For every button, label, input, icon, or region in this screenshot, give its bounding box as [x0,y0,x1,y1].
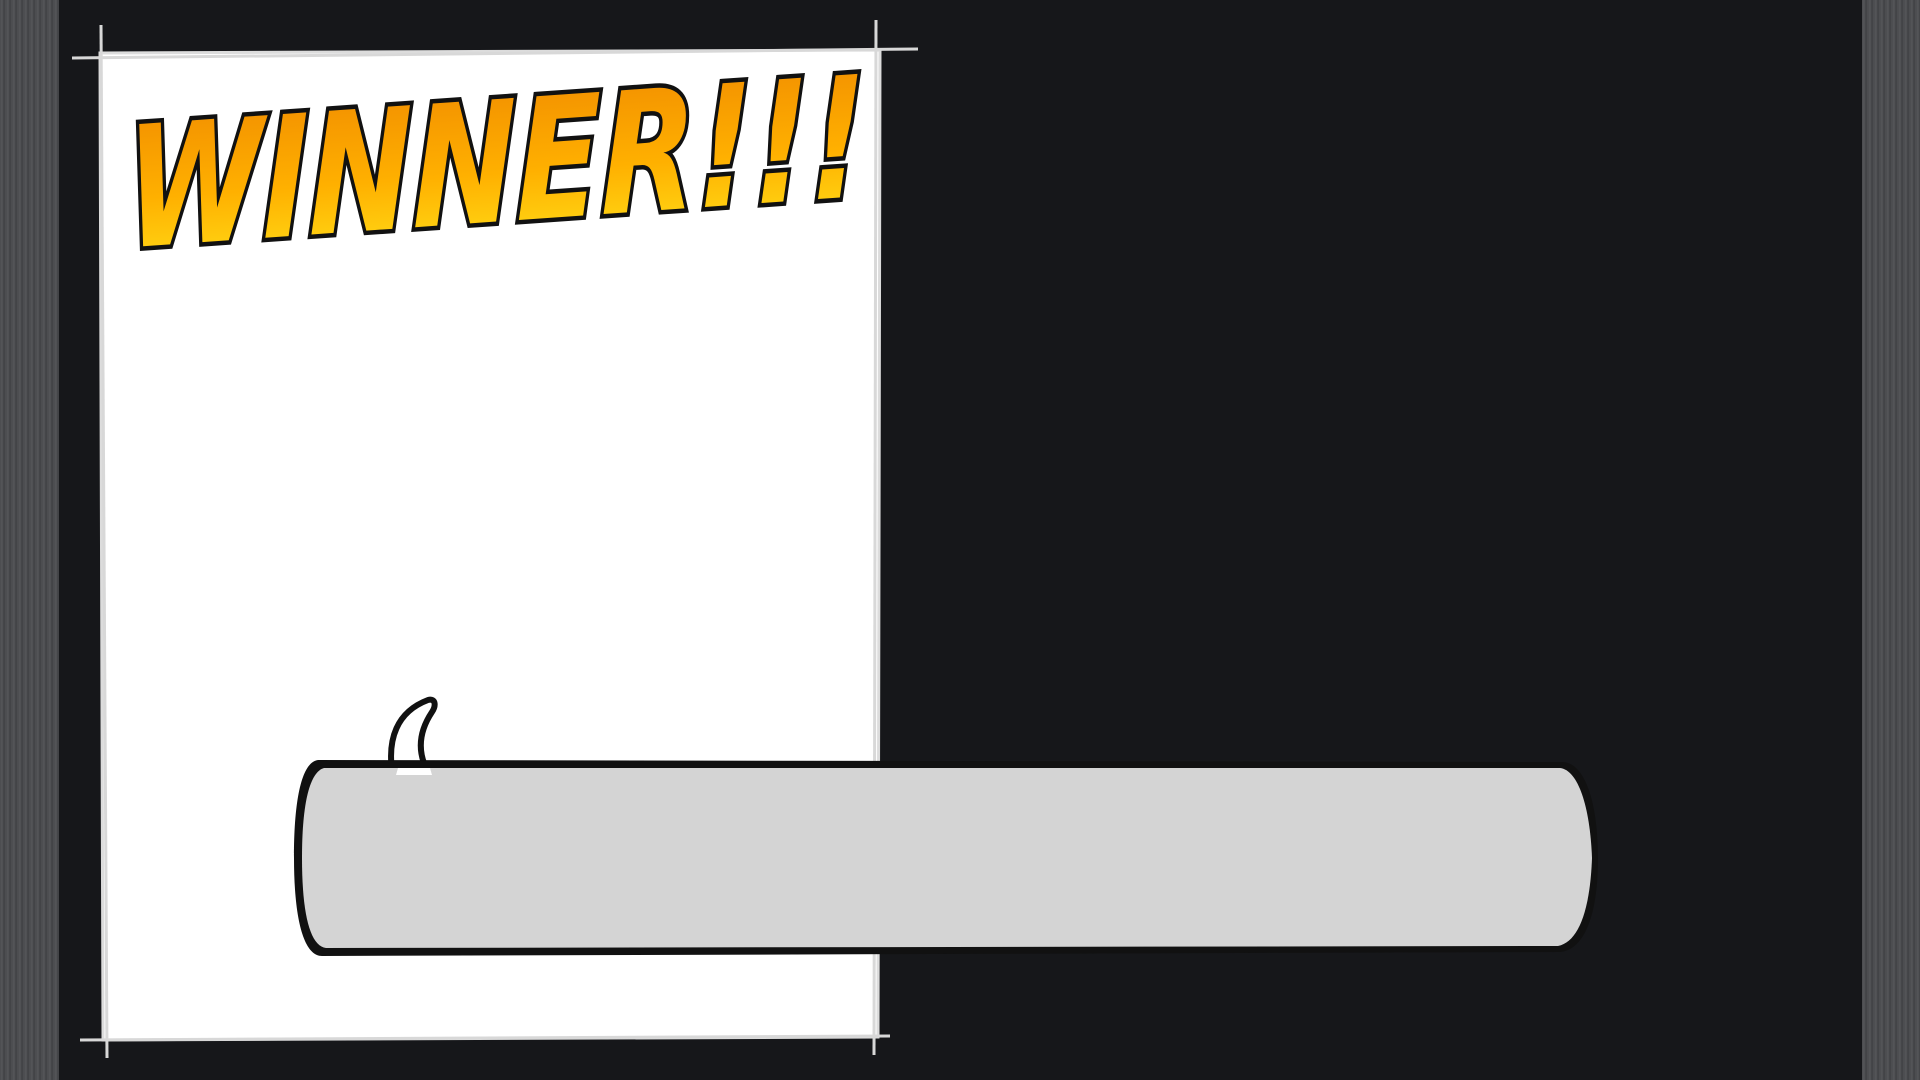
winner-title-text: WINNER!!! [126,40,866,260]
game-screen: WINNER!!! [0,0,1920,1080]
dialog-text [330,780,1540,940]
winner-title-logo: WINNER!!! [122,40,871,260]
